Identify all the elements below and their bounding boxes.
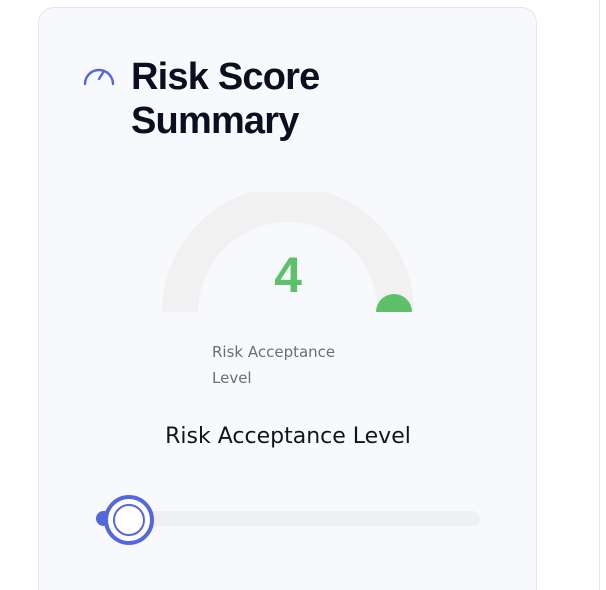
panel-divider [599,0,600,590]
gauge-icon [82,60,116,90]
slider-thumb[interactable] [104,495,154,545]
gauge-caption: Risk Acceptance Level [212,343,336,387]
gauge-value: 4 [274,247,302,303]
card-title: Risk Score Summary [131,56,320,142]
card-header [82,54,131,90]
page: Risk Score Summary 4 Risk Acceptance Lev… [0,0,606,590]
slider-thumb-ring [113,504,145,536]
slider-label: Risk Acceptance Level [165,424,411,449]
